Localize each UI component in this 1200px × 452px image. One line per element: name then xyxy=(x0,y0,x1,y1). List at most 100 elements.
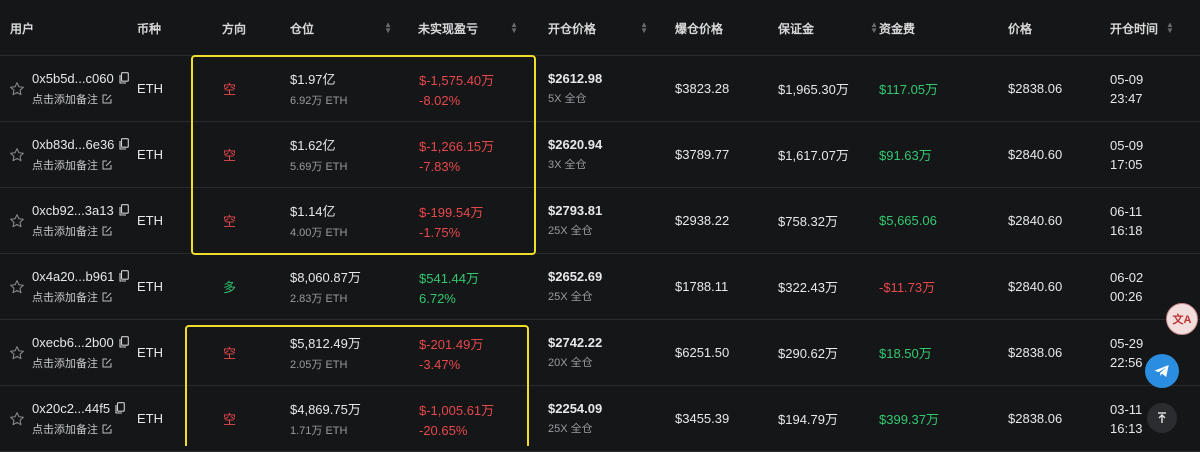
wallet-address[interactable]: 0x20c2...44f5 xyxy=(32,401,125,416)
price-cell: $2840.60 xyxy=(1008,147,1063,162)
add-note-link[interactable]: 点击添加备注 xyxy=(32,289,129,305)
pnl-cell: $541.44万 6.72% xyxy=(419,254,479,319)
open-date: 05-29 xyxy=(1110,335,1144,351)
entry-price-cell: $2793.81 25X 全仓 xyxy=(548,188,602,253)
coin-cell: ETH xyxy=(137,345,163,360)
table-row[interactable]: 0xecb6...2b00 点击添加备注 ETH 空 $5,812.49万 2.05万 E… xyxy=(0,320,1200,386)
telegram-button[interactable] xyxy=(1145,354,1179,388)
user-cell: 0xb83d...6e36 点击添加备注 xyxy=(32,122,130,187)
edit-icon[interactable] xyxy=(102,358,112,368)
edit-icon[interactable] xyxy=(102,160,112,170)
funding-fee-cell: $117.05万 xyxy=(879,82,939,97)
position-size: 2.83万 ETH xyxy=(290,293,348,305)
margin-cell: $1,965.30万 xyxy=(778,82,849,97)
sort-icon[interactable]: ▲ ▼ xyxy=(384,21,392,35)
liq-price-cell: $3789.77 xyxy=(675,147,730,162)
liq-price-cell: $3823.28 xyxy=(675,81,730,96)
entry-price: $2254.09 xyxy=(548,401,603,416)
back-to-top-button[interactable] xyxy=(1147,403,1177,433)
col-entry-price[interactable]: 开仓价格 ▲ ▼ xyxy=(548,0,648,56)
col-unrealized-pnl[interactable]: 未实现盈亏 ▲ ▼ xyxy=(418,0,518,56)
liq-price-cell: $6251.50 xyxy=(675,345,730,360)
coin-cell: ETH xyxy=(137,81,163,96)
funding-fee-cell: $18.50万 xyxy=(879,346,932,361)
open-clock: 17:05 xyxy=(1110,156,1143,172)
copy-icon[interactable] xyxy=(119,270,130,282)
favorite-star-icon[interactable] xyxy=(9,411,25,427)
col-position[interactable]: 仓位 ▲ ▼ xyxy=(290,0,392,56)
coin-cell: ETH xyxy=(137,147,163,162)
entry-price-cell: $2620.94 3X 全仓 xyxy=(548,122,602,187)
col-liq-price: 爆仓价格 xyxy=(675,21,724,36)
open-time-cell: 06-11 16:18 xyxy=(1110,188,1143,253)
sort-icon[interactable]: ▲ ▼ xyxy=(510,21,518,35)
entry-price: $2742.22 xyxy=(548,335,603,350)
sort-icon[interactable]: ▲ ▼ xyxy=(1166,21,1174,35)
table-row[interactable]: 0xcb92...3a13 点击添加备注 ETH 空 $1.14亿 4.00万 ETH $-… xyxy=(0,188,1200,254)
wallet-address[interactable]: 0xb83d...6e36 xyxy=(32,137,130,152)
pnl-amount: $541.44万 xyxy=(419,270,479,286)
table-row[interactable]: 0x20c2...44f5 点击添加备注 ETH 空 $4,869.75万 1.71万 E… xyxy=(0,386,1200,452)
copy-icon[interactable] xyxy=(115,402,125,414)
price-cell: $2838.06 xyxy=(1008,411,1063,426)
entry-price: $2620.94 xyxy=(548,137,603,152)
entry-price: $2612.98 xyxy=(548,71,603,86)
copy-icon[interactable] xyxy=(119,138,130,150)
col-open-time[interactable]: 开仓时间 ▲ ▼ xyxy=(1110,0,1174,56)
telegram-icon xyxy=(1154,365,1169,377)
funding-fee-cell: $399.37万 xyxy=(879,412,939,427)
margin-cell: $194.79万 xyxy=(778,412,838,427)
col-margin[interactable]: 保证金 ▲ ▼ xyxy=(778,0,878,56)
copy-icon[interactable] xyxy=(119,72,129,84)
sort-icon[interactable]: ▲ ▼ xyxy=(640,21,648,35)
table-row[interactable]: 0x5b5d...c060 点击添加备注 ETH 空 $1.97亿 6.92万 ETH $-… xyxy=(0,56,1200,122)
translate-button[interactable]: 文A xyxy=(1166,303,1198,335)
favorite-star-icon[interactable] xyxy=(9,147,25,163)
favorite-star-icon[interactable] xyxy=(9,213,25,229)
edit-icon[interactable] xyxy=(102,292,112,302)
open-time-cell: 03-11 16:13 xyxy=(1110,386,1143,451)
add-note-link[interactable]: 点击添加备注 xyxy=(32,355,129,371)
wallet-address[interactable]: 0x4a20...b961 xyxy=(32,269,130,284)
translate-icon: 文A xyxy=(1172,314,1192,326)
price-cell: $2838.06 xyxy=(1008,345,1063,360)
table-row[interactable]: 0xb83d...6e36 点击添加备注 ETH 空 $1.62亿 5.69万 ETH $-… xyxy=(0,122,1200,188)
wallet-address[interactable]: 0xecb6...2b00 xyxy=(32,335,129,350)
user-cell: 0xecb6...2b00 点击添加备注 xyxy=(32,320,129,385)
favorite-star-icon[interactable] xyxy=(9,279,25,295)
copy-icon[interactable] xyxy=(119,204,129,216)
wallet-address[interactable]: 0xcb92...3a13 xyxy=(32,203,129,218)
entry-price-cell: $2254.09 25X 全仓 xyxy=(548,386,602,451)
add-note-link[interactable]: 点击添加备注 xyxy=(32,223,129,239)
open-clock: 23:47 xyxy=(1110,90,1143,106)
open-time-cell: 05-09 17:05 xyxy=(1110,122,1143,187)
price-cell: $2838.06 xyxy=(1008,81,1063,96)
table-row[interactable]: 0x4a20...b961 点击添加备注 ETH 多 $8,060.87万 2.83万 E… xyxy=(0,254,1200,320)
edit-icon[interactable] xyxy=(102,94,112,104)
funding-fee-cell: $91.63万 xyxy=(879,148,932,163)
liq-price-cell: $1788.11 xyxy=(675,279,729,294)
funding-fee-cell: -$11.73万 xyxy=(879,280,936,295)
position-cell: $8,060.87万 2.83万 ETH xyxy=(290,254,361,319)
favorite-star-icon[interactable] xyxy=(9,81,25,97)
copy-icon[interactable] xyxy=(119,336,129,348)
highlight-box xyxy=(191,55,536,255)
coin-cell: ETH xyxy=(137,279,163,294)
direction-badge: 多 xyxy=(223,280,237,295)
edit-icon[interactable] xyxy=(102,226,112,236)
margin-cell: $322.43万 xyxy=(778,280,838,295)
pnl-percent: 6.72% xyxy=(419,290,456,306)
add-note-link[interactable]: 点击添加备注 xyxy=(32,91,129,107)
highlight-box xyxy=(185,325,529,446)
entry-price-cell: $2612.98 5X 全仓 xyxy=(548,56,602,121)
sort-icon[interactable]: ▲ ▼ xyxy=(870,21,878,35)
edit-icon[interactable] xyxy=(102,424,112,434)
entry-price-cell: $2742.22 20X 全仓 xyxy=(548,320,602,385)
open-clock: 16:13 xyxy=(1110,420,1143,436)
wallet-address[interactable]: 0x5b5d...c060 xyxy=(32,71,129,86)
open-date: 03-11 xyxy=(1110,401,1143,417)
add-note-link[interactable]: 点击添加备注 xyxy=(32,421,125,437)
add-note-link[interactable]: 点击添加备注 xyxy=(32,157,129,173)
favorite-star-icon[interactable] xyxy=(9,345,25,361)
price-cell: $2840.60 xyxy=(1008,213,1063,228)
